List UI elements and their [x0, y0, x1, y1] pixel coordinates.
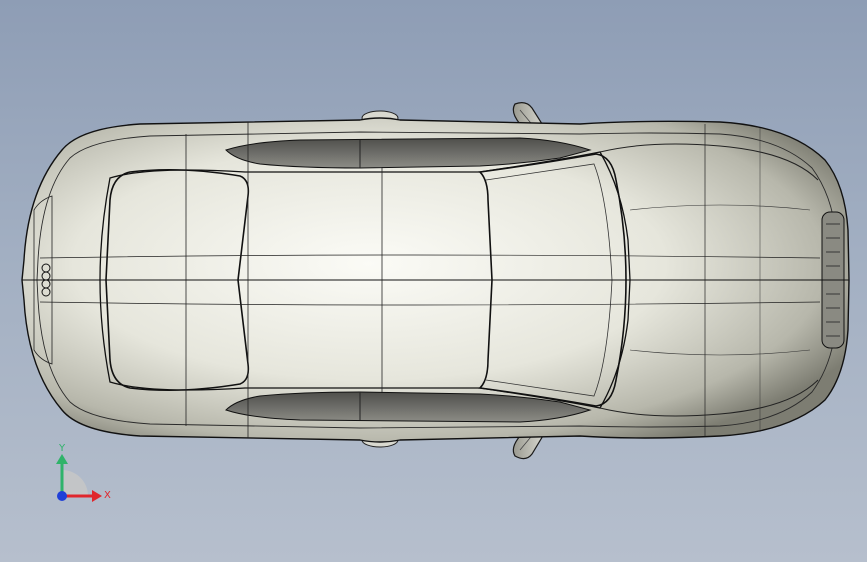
x-axis-label: X	[104, 490, 111, 501]
reference-triad: Y X	[48, 440, 118, 510]
car-model[interactable]	[0, 0, 867, 562]
graphics-viewport[interactable]: Y X	[0, 0, 867, 562]
y-axis-label: Y	[59, 443, 66, 454]
triad-arc	[62, 470, 88, 496]
z-axis-icon	[57, 491, 67, 501]
